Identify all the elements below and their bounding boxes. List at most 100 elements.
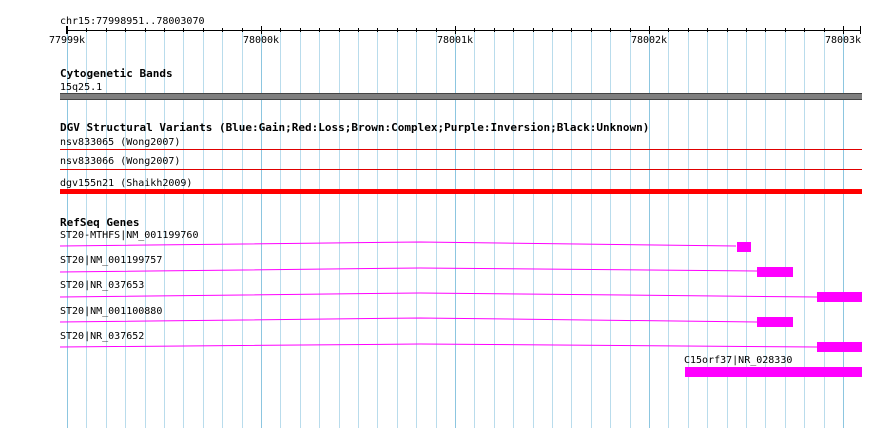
ruler-tick bbox=[785, 28, 786, 32]
gridline bbox=[513, 28, 514, 428]
ruler-tick bbox=[377, 28, 378, 32]
gene-intron-line bbox=[60, 343, 818, 348]
ruler-tick bbox=[222, 28, 223, 32]
ruler-tick bbox=[571, 28, 572, 32]
dgv-variant-bar[interactable] bbox=[60, 149, 862, 150]
gridline bbox=[591, 28, 592, 428]
ruler-right-end-tick bbox=[860, 26, 861, 34]
gridline bbox=[610, 28, 611, 428]
gridline bbox=[397, 28, 398, 428]
ruler-tick bbox=[474, 28, 475, 32]
gridline bbox=[358, 28, 359, 428]
ruler-tick-label: 77999k bbox=[48, 35, 86, 46]
gridline bbox=[280, 28, 281, 428]
ruler-tick bbox=[727, 28, 728, 32]
ruler-tick bbox=[668, 28, 669, 32]
gene-exon[interactable] bbox=[757, 317, 793, 327]
gene-exon[interactable] bbox=[737, 242, 751, 252]
ruler-tick-label: 78000k bbox=[242, 35, 280, 46]
ruler-tick bbox=[319, 28, 320, 32]
gene-exon[interactable] bbox=[817, 342, 862, 352]
ruler-tick bbox=[552, 28, 553, 32]
ruler-tick bbox=[86, 28, 87, 32]
ruler-tick bbox=[688, 28, 689, 32]
ruler-tick bbox=[804, 28, 805, 32]
gridline bbox=[222, 28, 223, 428]
ruler-tick bbox=[455, 26, 456, 34]
gene-label: C15orf37|NR_028330 bbox=[684, 355, 793, 366]
ruler-tick bbox=[765, 28, 766, 32]
ruler-tick bbox=[125, 28, 126, 32]
cytoband-label: 15q25.1 bbox=[60, 82, 103, 93]
ruler-tick bbox=[513, 28, 514, 32]
ruler-tick bbox=[67, 26, 68, 34]
ruler-tick bbox=[707, 28, 708, 32]
gridline bbox=[436, 28, 437, 428]
gridline bbox=[649, 28, 650, 428]
gridline bbox=[474, 28, 475, 428]
gridline bbox=[668, 28, 669, 428]
gridline bbox=[455, 28, 456, 428]
gridline bbox=[416, 28, 417, 428]
gene-exon[interactable] bbox=[817, 292, 862, 302]
dgv-variant-bar[interactable] bbox=[60, 189, 862, 194]
gene-intron-line bbox=[60, 241, 737, 247]
ruler-tick bbox=[300, 28, 301, 32]
ruler-tick bbox=[242, 28, 243, 32]
gridline bbox=[164, 28, 165, 428]
gridline bbox=[300, 28, 301, 428]
ruler-tick bbox=[494, 28, 495, 32]
gridline bbox=[242, 28, 243, 428]
ruler-tick bbox=[164, 28, 165, 32]
ruler-tick-label: 78002k bbox=[630, 35, 668, 46]
ruler-tick bbox=[358, 28, 359, 32]
ruler-tick bbox=[280, 28, 281, 32]
gridline bbox=[571, 28, 572, 428]
dgv-variant-bar[interactable] bbox=[60, 169, 862, 170]
ruler-tick bbox=[183, 28, 184, 32]
ruler-tick bbox=[261, 26, 262, 34]
ruler-tick bbox=[649, 26, 650, 34]
gridline bbox=[552, 28, 553, 428]
ruler-tick bbox=[416, 28, 417, 32]
gridline bbox=[494, 28, 495, 428]
ruler-tick bbox=[630, 28, 631, 32]
gridline bbox=[533, 28, 534, 428]
gridline bbox=[319, 28, 320, 428]
cytoband-bar[interactable] bbox=[60, 93, 862, 100]
dgv-item-label: nsv833065 (Wong2007) bbox=[60, 137, 181, 148]
gene-intron-line bbox=[60, 267, 758, 273]
ruler-axis bbox=[67, 30, 860, 31]
gridline bbox=[377, 28, 378, 428]
refseq-track-title: RefSeq Genes bbox=[60, 216, 140, 229]
ruler-tick bbox=[397, 28, 398, 32]
dgv-item-label: nsv833066 (Wong2007) bbox=[60, 156, 181, 167]
gene-exon[interactable] bbox=[685, 367, 862, 377]
gridline bbox=[339, 28, 340, 428]
gridline bbox=[183, 28, 184, 428]
ruler-tick bbox=[339, 28, 340, 32]
location-label: chr15:77998951..78003070 bbox=[60, 16, 205, 27]
gridline bbox=[261, 28, 262, 428]
cytoband-track-title: Cytogenetic Bands bbox=[60, 67, 173, 80]
ruler-tick bbox=[591, 28, 592, 32]
gene-intron-line bbox=[60, 292, 818, 298]
ruler-tick bbox=[746, 28, 747, 32]
dgv-track-title: DGV Structural Variants (Blue:Gain;Red:L… bbox=[60, 121, 650, 134]
ruler-tick bbox=[843, 26, 844, 34]
gene-intron-line bbox=[60, 317, 758, 323]
gridline bbox=[203, 28, 204, 428]
ruler-tick bbox=[106, 28, 107, 32]
ruler-tick bbox=[203, 28, 204, 32]
ruler-tick-label: 78001k bbox=[436, 35, 474, 46]
ruler-tick bbox=[145, 28, 146, 32]
gridline bbox=[145, 28, 146, 428]
dgv-item-label: dgv155n21 (Shaikh2009) bbox=[60, 178, 193, 189]
ruler-tick bbox=[533, 28, 534, 32]
gridline bbox=[630, 28, 631, 428]
genome-browser-panel: chr15:77998951..78003070 77999k 78000k 780… bbox=[0, 0, 890, 428]
ruler-tick bbox=[436, 28, 437, 32]
ruler-tick bbox=[610, 28, 611, 32]
gene-exon[interactable] bbox=[757, 267, 793, 277]
ruler-tick bbox=[824, 28, 825, 32]
